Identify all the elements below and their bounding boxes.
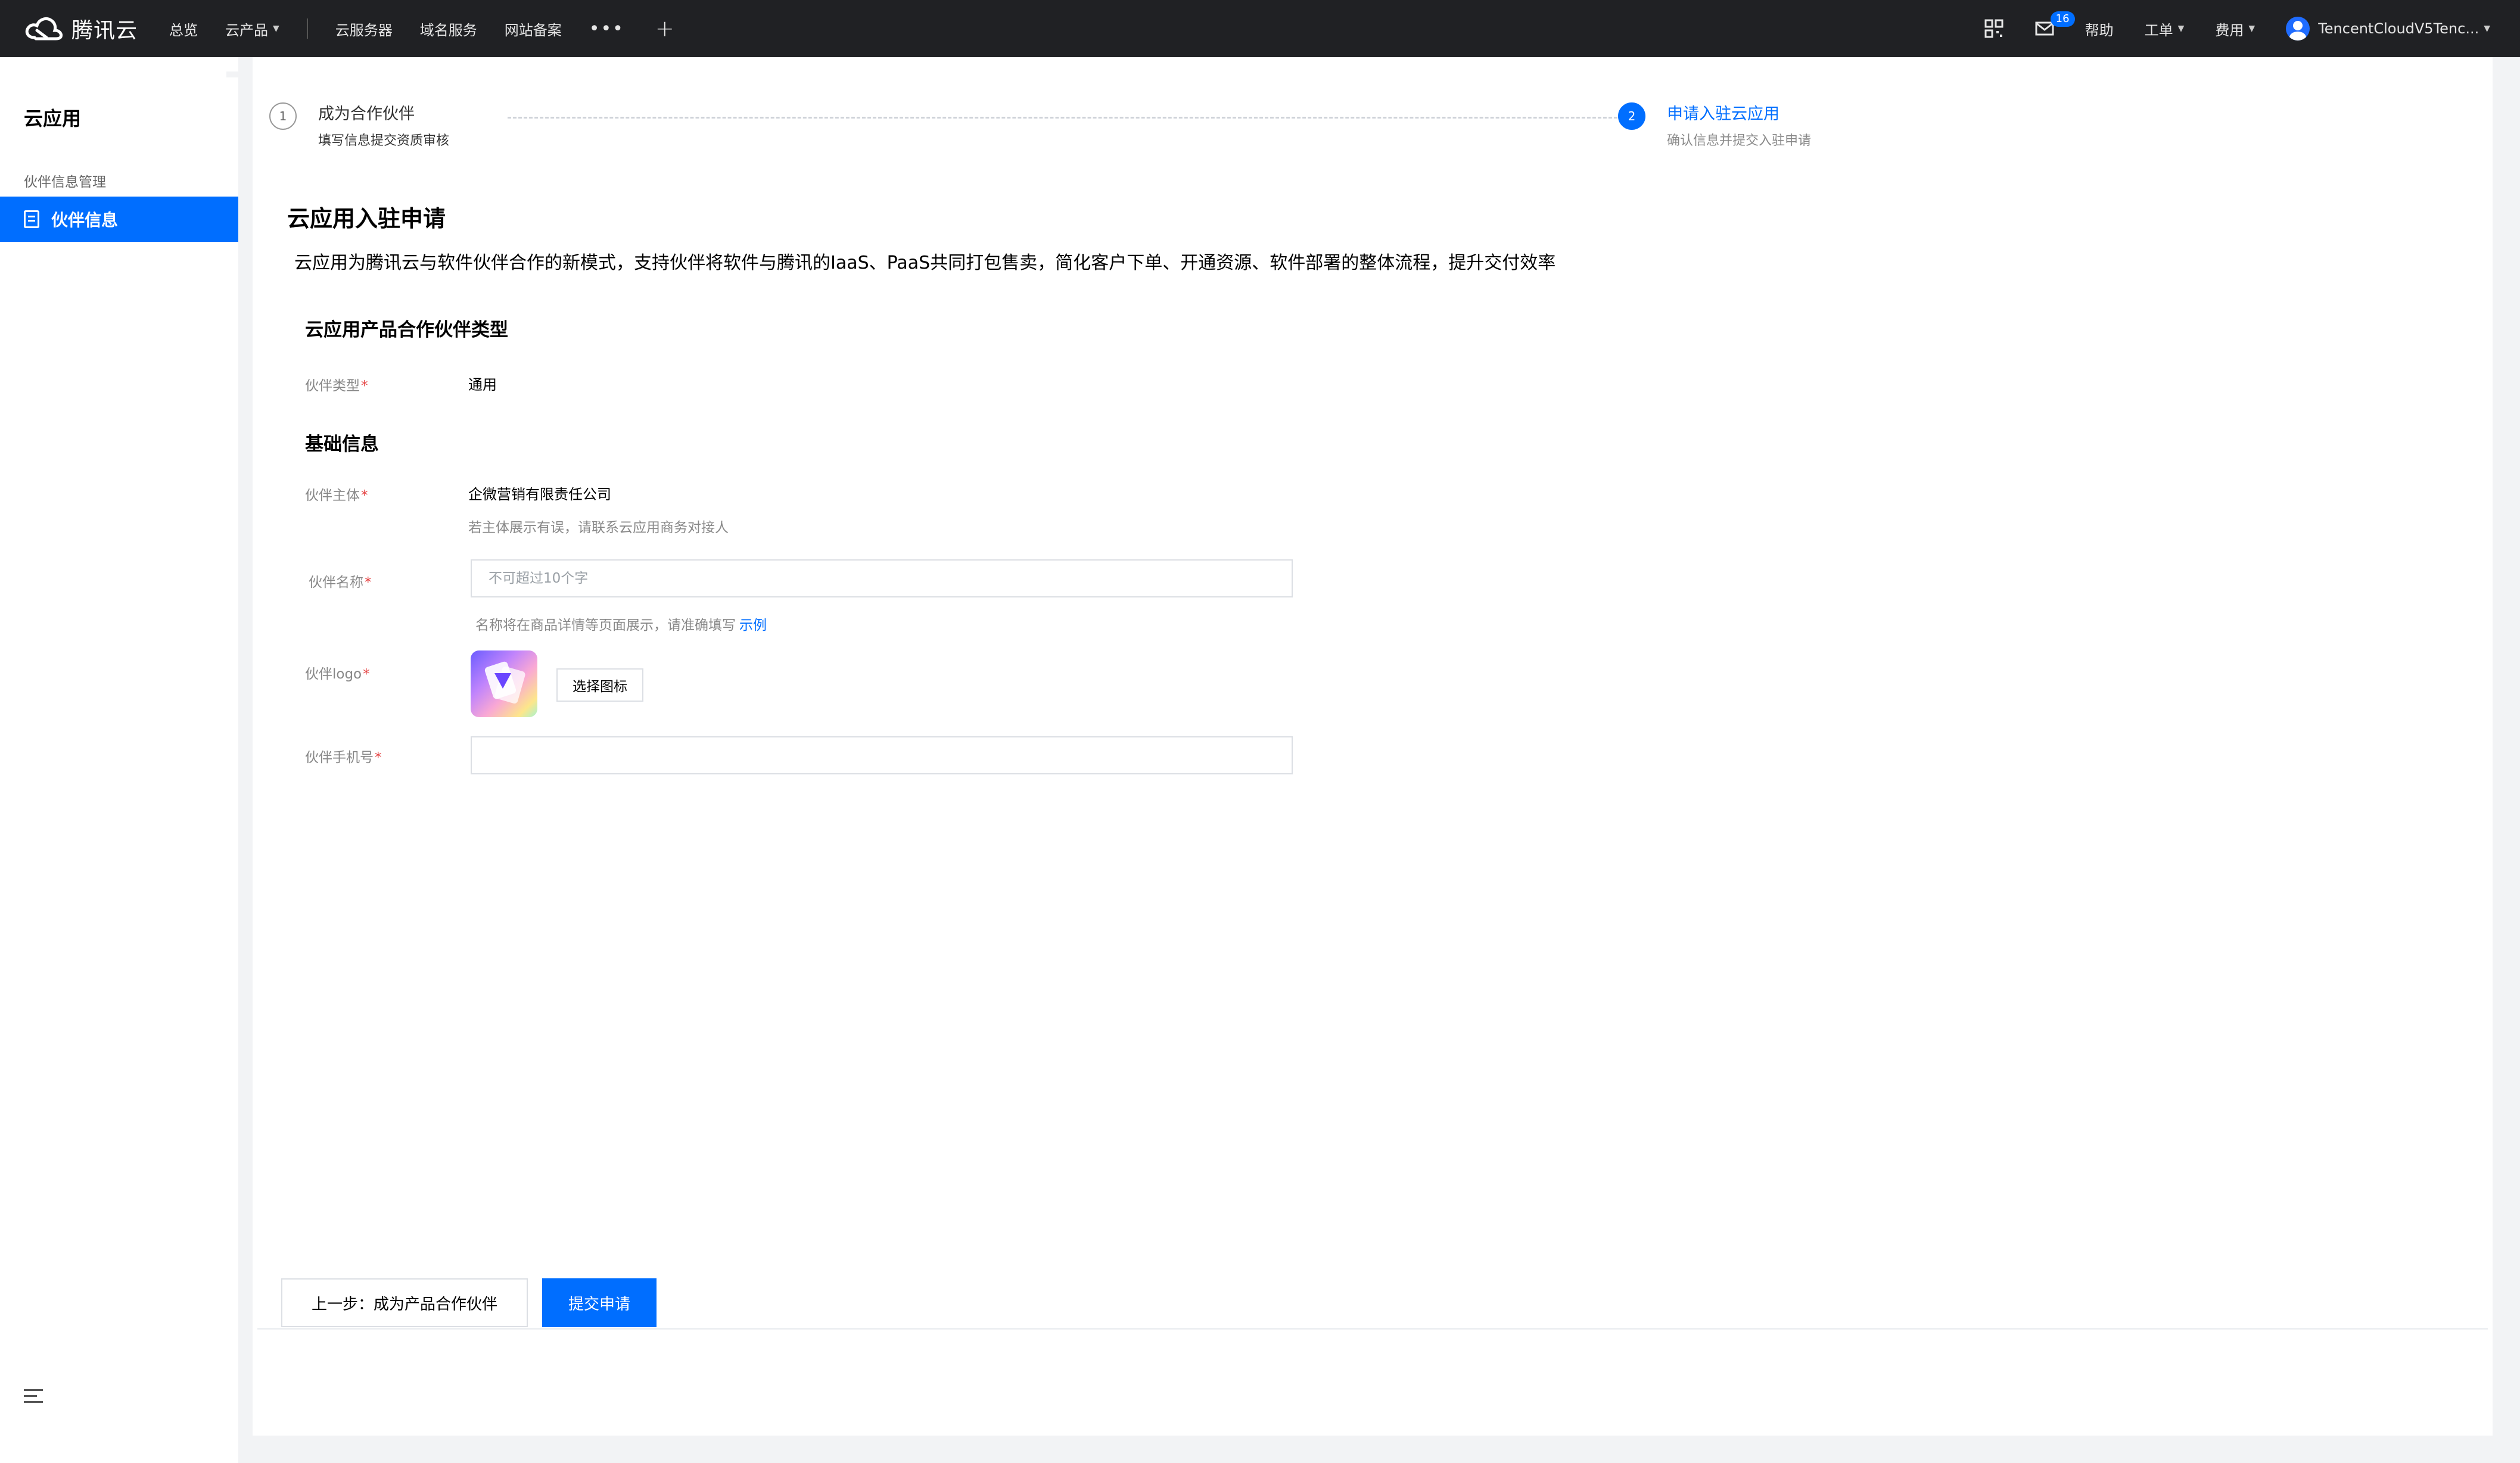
partner-phone-label: 伙伴手机号* xyxy=(305,746,382,766)
nav-cvm[interactable]: 云服务器 xyxy=(335,18,393,39)
section-title-partner-type: 云应用产品合作伙伴类型 xyxy=(305,319,508,341)
top-right-actions: 16 帮助 工单 ▼ 费用 ▼ TencentCloudV5Tenc... ▼ xyxy=(1953,0,2490,57)
partner-type-label: 伙伴类型* xyxy=(305,374,368,394)
nav-icp[interactable]: 网站备案 xyxy=(505,18,562,39)
section-title-basic-info: 基础信息 xyxy=(305,434,379,455)
unread-count-badge: 16 xyxy=(2050,11,2075,27)
mail-icon xyxy=(2035,21,2054,36)
help-link[interactable]: 帮助 xyxy=(2085,18,2114,39)
partner-name-label: 伙伴名称* xyxy=(309,571,372,591)
required-mark: * xyxy=(361,378,368,394)
chevron-down-icon: ▼ xyxy=(2248,24,2255,33)
add-shortcut-icon[interactable]: + xyxy=(655,15,674,42)
step-2-number: 2 xyxy=(1618,102,1645,130)
top-nav: 总览 云产品 ▼ 云服务器 域名服务 网站备案 ••• + xyxy=(169,15,674,42)
frame-left xyxy=(238,57,253,1463)
nav-domain[interactable]: 域名服务 xyxy=(420,18,477,39)
document-icon xyxy=(24,210,39,228)
partner-name-label-text: 伙伴名称 xyxy=(309,575,363,590)
step-2-title: 申请入驻云应用 xyxy=(1667,105,1779,123)
chevron-down-icon: ▼ xyxy=(2484,24,2490,33)
partner-phone-input[interactable] xyxy=(471,736,1293,774)
qr-code-icon xyxy=(1984,19,2003,38)
required-mark: * xyxy=(365,575,372,590)
nav-products-label: 云产品 xyxy=(225,21,268,39)
main-content: 1 成为合作伙伴 填写信息提交资质审核 2 申请入驻云应用 确认信息并提交入驻申… xyxy=(253,57,2493,1436)
step-1-desc: 填写信息提交资质审核 xyxy=(318,133,450,148)
billing-menu[interactable]: 费用 ▼ xyxy=(2215,18,2255,39)
tencent-cloud-logo[interactable]: 腾讯云 xyxy=(23,13,148,44)
top-navigation-bar: 腾讯云 总览 云产品 ▼ 云服务器 域名服务 网站备案 ••• + 16 帮助 … xyxy=(0,0,2520,57)
sidebar-group-label: 伙伴信息管理 xyxy=(24,175,106,190)
step-2: 2 申请入驻云应用 确认信息并提交入驻申请 xyxy=(1618,102,1811,149)
partner-entity-hint: 若主体展示有误，请联系云应用商务对接人 xyxy=(468,520,729,536)
page-description: 云应用为腾讯云与软件伙伴合作的新模式，支持伙伴将软件与腾讯的IaaS、PaaS共… xyxy=(294,253,1556,273)
required-mark: * xyxy=(375,750,382,765)
messages-button[interactable]: 16 xyxy=(2035,11,2075,36)
sidebar-item-partner-info[interactable]: 伙伴信息 xyxy=(0,197,238,242)
chevron-down-icon: ▼ xyxy=(2177,24,2185,33)
page-title: 云应用入驻申请 xyxy=(287,206,446,232)
partner-name-input[interactable] xyxy=(471,559,1293,597)
avatar-icon xyxy=(2286,17,2310,41)
partner-entity-label-text: 伙伴主体 xyxy=(305,488,360,503)
account-menu[interactable]: TencentCloudV5Tenc... ▼ xyxy=(2286,17,2490,41)
nav-divider xyxy=(306,18,308,39)
sidebar-item-label: 伙伴信息 xyxy=(51,210,119,230)
partner-type-label-text: 伙伴类型 xyxy=(305,378,360,394)
chevron-down-icon: ▼ xyxy=(273,24,279,33)
account-name: TencentCloudV5Tenc... xyxy=(2318,20,2479,37)
billing-label: 费用 xyxy=(2215,21,2244,39)
frame-bottom xyxy=(238,1436,2520,1463)
submit-button[interactable]: 提交申请 xyxy=(542,1278,657,1327)
collapse-sidebar-icon[interactable] xyxy=(24,1389,43,1405)
required-mark: * xyxy=(361,488,368,503)
logo-text: 腾讯云 xyxy=(71,18,138,43)
partner-logo-preview xyxy=(471,650,537,717)
partner-entity-label: 伙伴主体* xyxy=(305,484,368,504)
nav-products[interactable]: 云产品 ▼ xyxy=(225,18,279,39)
ticket-menu[interactable]: 工单 ▼ xyxy=(2145,18,2185,39)
cloud-logo-icon xyxy=(25,17,63,41)
partner-type-value: 通用 xyxy=(468,376,497,393)
qr-code-button[interactable] xyxy=(1984,18,2004,39)
partner-logo-label-text: 伙伴logo xyxy=(305,667,362,682)
partner-entity-value: 企微营销有限责任公司 xyxy=(468,486,611,503)
previous-step-button[interactable]: 上一步：成为产品合作伙伴 xyxy=(281,1278,528,1327)
step-1-title: 成为合作伙伴 xyxy=(318,105,415,123)
example-link[interactable]: 示例 xyxy=(739,618,767,633)
partner-name-hint: 名称将在商品详情等页面展示，请准确填写 示例 xyxy=(475,614,767,634)
step-1: 1 成为合作伙伴 填写信息提交资质审核 xyxy=(269,102,449,149)
partner-name-hint-text: 名称将在商品详情等页面展示，请准确填写 xyxy=(475,618,736,633)
choose-icon-button[interactable]: 选择图标 xyxy=(556,668,643,702)
more-icon[interactable]: ••• xyxy=(589,18,624,39)
required-mark: * xyxy=(363,667,370,682)
step-2-desc: 确认信息并提交入驻申请 xyxy=(1667,133,1812,148)
sidebar: 云应用 伙伴信息管理 伙伴信息 xyxy=(0,57,238,1463)
step-connector xyxy=(508,117,1634,119)
partner-logo-label: 伙伴logo* xyxy=(305,662,370,683)
frame-right xyxy=(2493,57,2520,1463)
partner-phone-label-text: 伙伴手机号 xyxy=(305,750,374,765)
ticket-label: 工单 xyxy=(2144,21,2173,39)
sidebar-title: 云应用 xyxy=(24,107,82,130)
nav-overview[interactable]: 总览 xyxy=(169,18,198,39)
step-1-number: 1 xyxy=(269,102,297,130)
